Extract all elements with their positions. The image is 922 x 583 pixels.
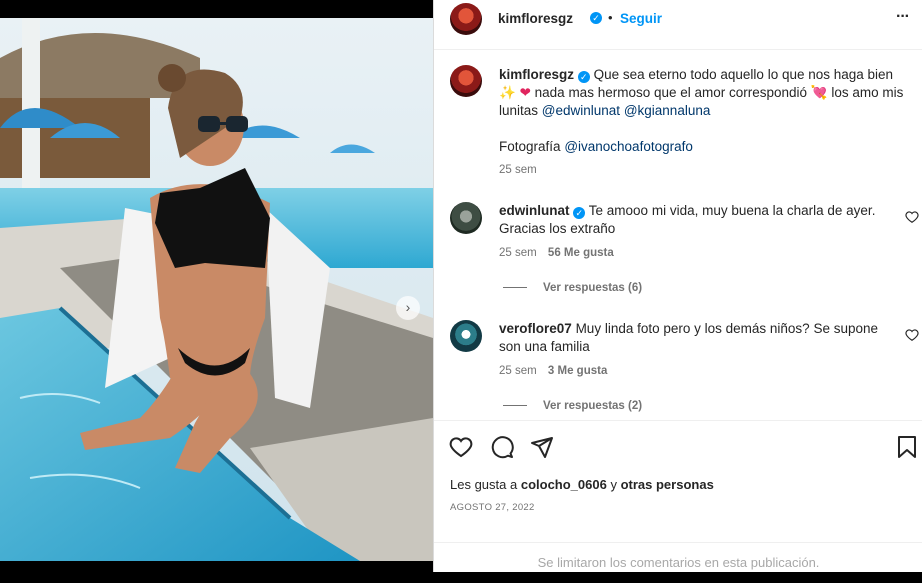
caption-username[interactable]: kimfloresgz	[499, 67, 574, 82]
heart-icon[interactable]	[905, 210, 919, 224]
comment-username[interactable]: veroflore07	[499, 321, 572, 336]
more-icon[interactable]: ···	[896, 8, 910, 26]
commenter-avatar[interactable]	[450, 320, 482, 352]
comment-time[interactable]: 25 sem	[499, 365, 537, 377]
likes-others[interactable]: otras personas	[621, 477, 714, 492]
view-replies-button[interactable]: Ver respuestas (6)	[503, 282, 642, 294]
author-avatar[interactable]	[450, 3, 482, 35]
comment-icon[interactable]	[490, 435, 514, 459]
post-header: kimfloresgz ✓ • Seguir ···	[434, 0, 922, 50]
heart-icon[interactable]	[905, 328, 919, 342]
verified-icon: ✓	[590, 12, 602, 24]
mention-link[interactable]: @kgiannaluna	[624, 103, 711, 118]
comment-time[interactable]: 25 sem	[499, 247, 537, 259]
likes-summary: Les gusta a colocho_0606 y otras persona…	[450, 477, 714, 492]
heart-icon[interactable]	[449, 435, 473, 459]
sparkles-emoji: ✨	[499, 85, 516, 100]
comment-text: edwinlunat ✓ Te amooo mi vida, muy buena…	[499, 202, 894, 238]
top-black-strip	[0, 0, 433, 18]
post-side-panel: kimfloresgz ✓ • Seguir ··· kimfloresgz ✓…	[433, 0, 922, 572]
comment-meta: 25 sem 3 Me gusta	[499, 365, 607, 377]
comments-limited-notice: Se limitaron los comentarios en esta pub…	[434, 542, 922, 573]
mention-link[interactable]: @ivanochoafotografo	[564, 139, 693, 154]
bookmark-icon[interactable]	[895, 435, 919, 459]
comment-likes[interactable]: 3 Me gusta	[548, 365, 607, 377]
follow-button[interactable]: Seguir	[620, 11, 662, 26]
view-replies-button[interactable]: Ver respuestas (2)	[503, 400, 642, 412]
heart-arrow-emoji: 💘	[810, 85, 828, 100]
carousel-next-button[interactable]: ›	[396, 296, 420, 320]
caption-time[interactable]: 25 sem	[499, 164, 537, 176]
caption-part1: Que sea eterno todo aquello lo que nos h…	[593, 67, 894, 82]
likes-prefix: Les gusta a	[450, 477, 518, 492]
separator-dot: •	[608, 10, 613, 25]
view-replies-label: Ver respuestas (2)	[543, 400, 643, 412]
post-photo[interactable]: ›	[0, 18, 433, 561]
comment-meta: 25 sem 56 Me gusta	[499, 247, 614, 259]
likes-middle: y	[610, 477, 617, 492]
chevron-right-icon: ›	[405, 299, 411, 315]
author-username[interactable]: kimfloresgz	[498, 11, 573, 26]
caption-avatar[interactable]	[450, 65, 482, 97]
credit-label: Fotografía	[499, 139, 561, 154]
bottom-black-strip	[0, 561, 433, 572]
commenter-avatar[interactable]	[450, 202, 482, 234]
actions-divider	[434, 420, 922, 421]
likes-user[interactable]: colocho_0606	[521, 477, 607, 492]
view-replies-label: Ver respuestas (6)	[543, 282, 643, 294]
verified-icon: ✓	[577, 71, 590, 83]
replies-line	[503, 287, 527, 289]
replies-line	[503, 405, 527, 407]
photo-illustration	[0, 18, 433, 561]
caption-text: kimfloresgz ✓ Que sea eterno todo aquell…	[499, 66, 909, 120]
comment-text: veroflore07 Muy linda foto pero y los de…	[499, 320, 894, 356]
share-icon[interactable]	[530, 435, 554, 459]
post-date[interactable]: AGOSTO 27, 2022	[450, 502, 535, 513]
instagram-post-modal: › kimfloresgz ✓ • Seguir ··· kimfloresgz…	[0, 0, 922, 572]
heart-emoji: ❤	[519, 85, 531, 100]
mention-link[interactable]: @edwinlunat	[542, 103, 620, 118]
comment-likes[interactable]: 56 Me gusta	[548, 247, 614, 259]
caption-credit: Fotografía @ivanochoafotografo	[499, 138, 693, 156]
verified-icon: ✓	[573, 207, 586, 219]
comment-username[interactable]: edwinlunat	[499, 203, 570, 218]
caption-part2: nada mas hermoso que el amor correspondi…	[534, 85, 808, 100]
